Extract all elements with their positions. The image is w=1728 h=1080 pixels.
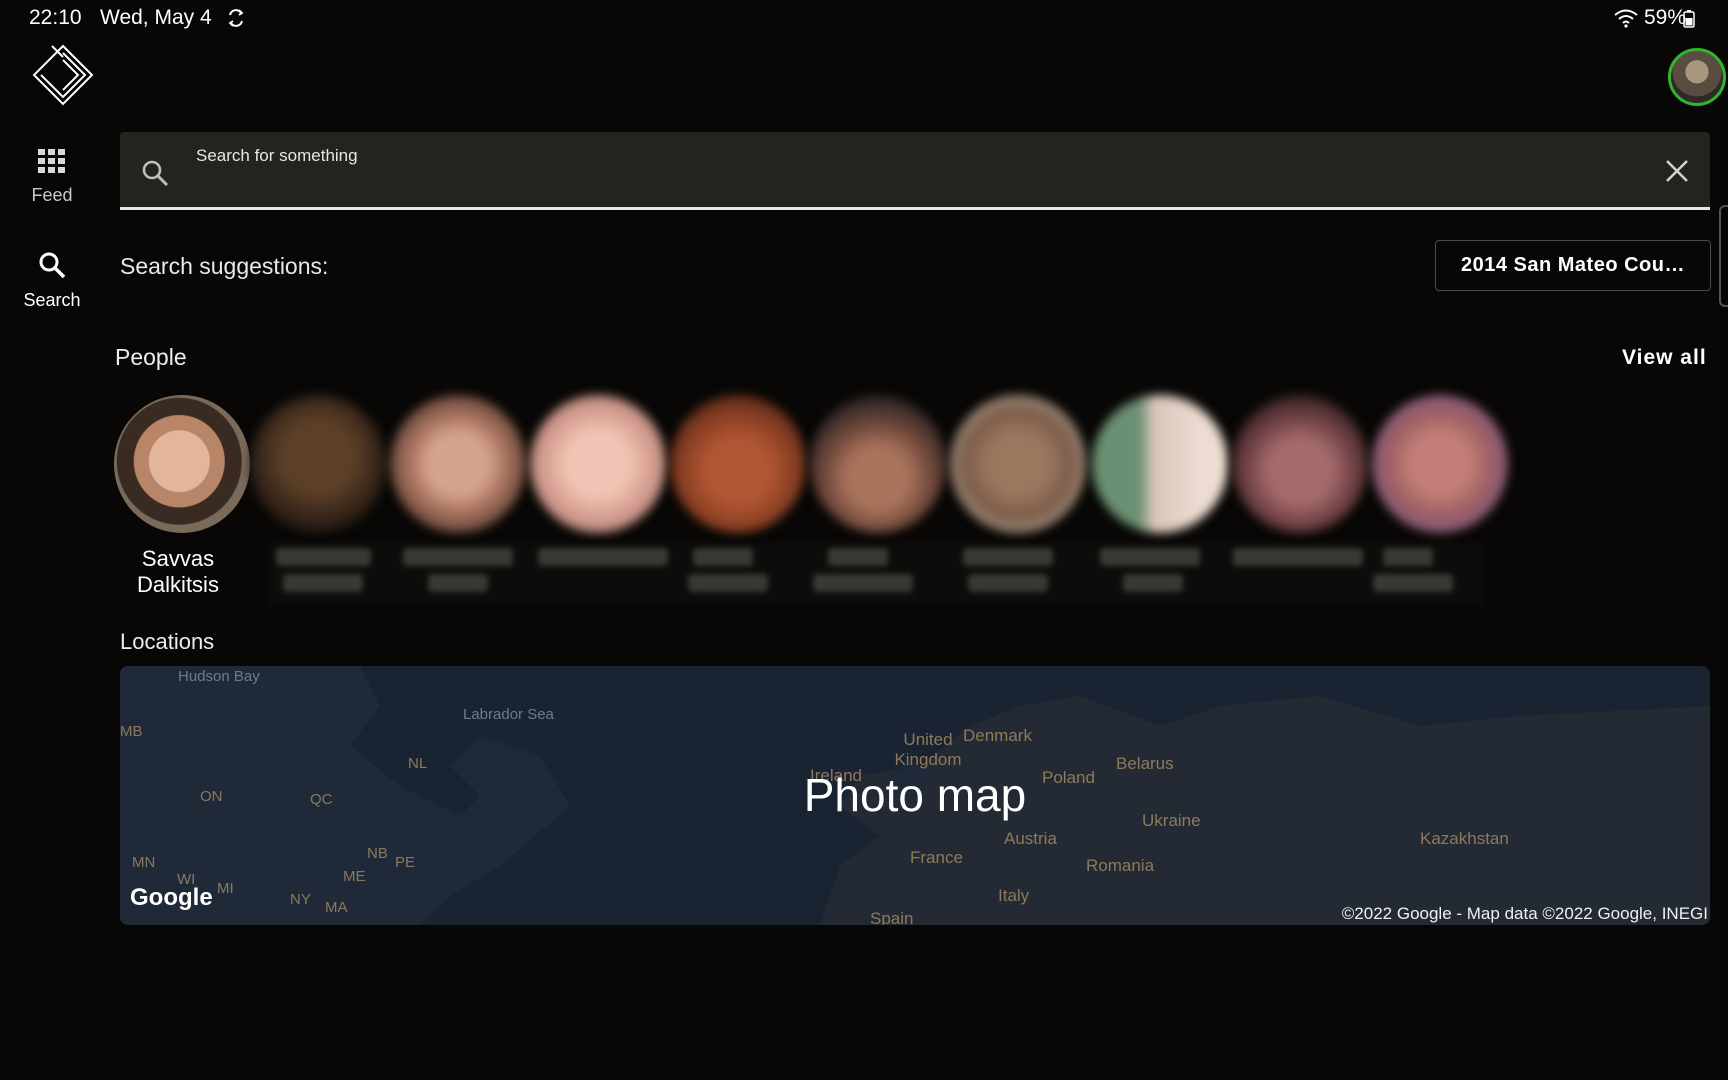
map-label: Spain bbox=[870, 909, 914, 925]
search-input[interactable]: Search for something bbox=[120, 132, 1710, 210]
grid-icon bbox=[38, 149, 65, 173]
search-icon bbox=[142, 160, 169, 187]
app-logo-icon[interactable] bbox=[32, 44, 94, 106]
sidebar-item-search[interactable]: Search bbox=[12, 251, 92, 311]
sidebar-item-feed[interactable]: Feed bbox=[12, 148, 92, 206]
person-avatar[interactable] bbox=[1372, 395, 1508, 533]
map-label: PE bbox=[395, 854, 416, 871]
map-label: MI bbox=[217, 880, 234, 897]
blurred-person-names bbox=[268, 542, 1483, 606]
battery-percent: 59% bbox=[1644, 6, 1687, 29]
user-avatar[interactable] bbox=[1668, 48, 1726, 106]
status-date: Wed, May 4 bbox=[100, 6, 212, 29]
person-avatar[interactable] bbox=[950, 395, 1086, 533]
map-label: MA bbox=[325, 899, 348, 916]
map-label: ME bbox=[343, 868, 366, 885]
person-avatar[interactable] bbox=[1232, 395, 1368, 533]
people-title: People bbox=[115, 344, 187, 370]
photo-map-title: Photo map bbox=[803, 769, 1027, 821]
wifi-icon bbox=[1614, 9, 1638, 28]
map-label: MB bbox=[120, 723, 143, 740]
person-avatar[interactable] bbox=[530, 395, 666, 533]
locations-title: Locations bbox=[120, 629, 215, 654]
status-time: 22:10 bbox=[29, 6, 82, 29]
map-label: Italy bbox=[998, 886, 1030, 905]
sidebar-item-label: Feed bbox=[31, 185, 73, 205]
view-all-button[interactable]: View all bbox=[1622, 346, 1707, 370]
search-icon bbox=[39, 252, 66, 279]
search-placeholder: Search for something bbox=[196, 146, 358, 165]
battery-icon bbox=[1683, 10, 1695, 28]
map-label: Denmark bbox=[963, 726, 1032, 745]
sync-icon bbox=[228, 9, 244, 27]
person-avatar[interactable] bbox=[810, 395, 946, 533]
map-label: Kazakhstan bbox=[1420, 829, 1509, 848]
map-copyright: ©2022 Google - Map data ©2022 Google, IN… bbox=[1341, 904, 1708, 923]
suggestions-label: Search suggestions: bbox=[120, 253, 329, 279]
person-avatar[interactable] bbox=[390, 395, 526, 533]
map-label: NB bbox=[367, 845, 388, 862]
photo-map[interactable]: Hudson Bay Labrador Sea United Kingdom D… bbox=[120, 666, 1710, 925]
scroll-handle[interactable] bbox=[1719, 205, 1728, 307]
map-label: MN bbox=[132, 854, 156, 871]
map-label: France bbox=[910, 848, 963, 867]
person-avatar[interactable] bbox=[250, 395, 386, 533]
suggestion-chip[interactable]: 2014 San Mateo Cou… bbox=[1435, 240, 1711, 291]
person-name: Savvas Dalkitsis bbox=[137, 546, 219, 597]
person-avatar[interactable] bbox=[670, 395, 806, 533]
map-label: NY bbox=[290, 891, 311, 908]
map-label: Labrador Sea bbox=[463, 706, 554, 723]
google-logo: Google bbox=[130, 884, 213, 911]
map-label: Austria bbox=[1004, 829, 1057, 848]
person-avatar[interactable] bbox=[114, 395, 250, 533]
map-label: Hudson Bay bbox=[178, 668, 260, 685]
sidebar-item-label: Search bbox=[23, 290, 81, 310]
close-icon[interactable] bbox=[1664, 158, 1690, 184]
person-avatar[interactable] bbox=[1092, 395, 1228, 533]
map-label: Romania bbox=[1086, 856, 1155, 875]
